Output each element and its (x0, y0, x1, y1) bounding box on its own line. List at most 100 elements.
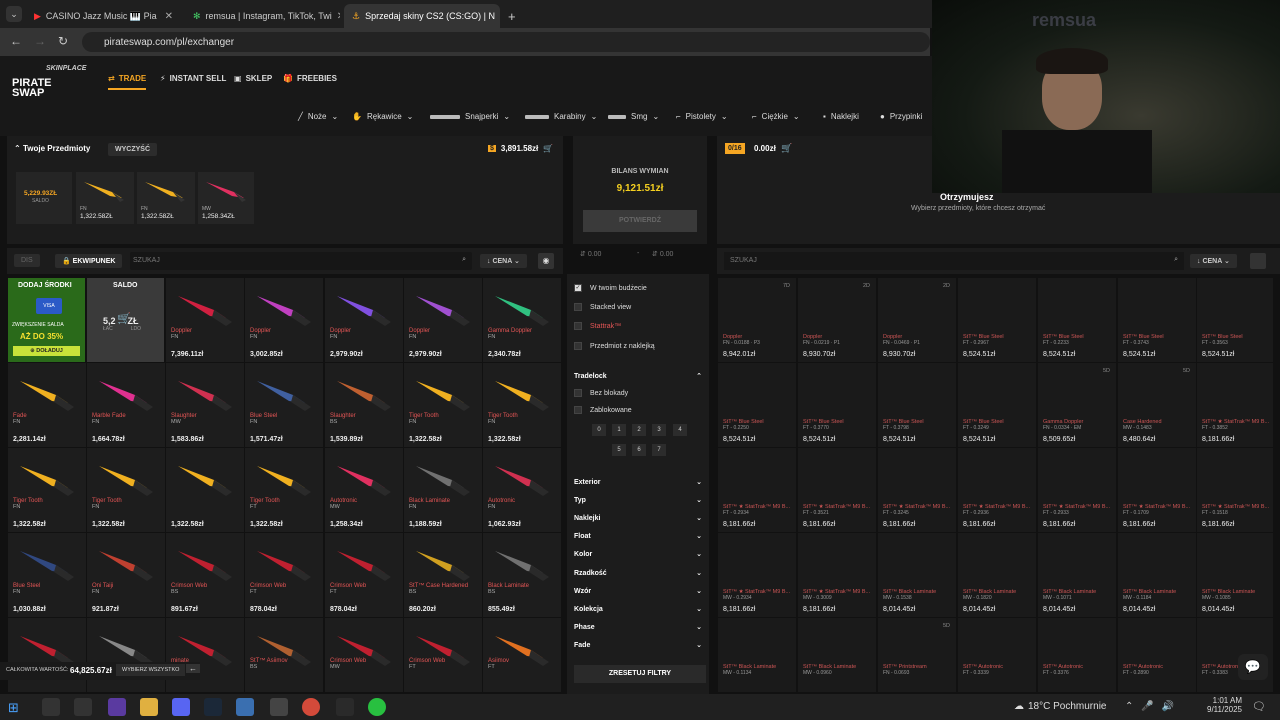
clear-button[interactable]: WYCZYŚĆ (108, 143, 157, 156)
market-item[interactable]: 7D Doppler FN - 0.0188 · P3 8,942.01zł (718, 278, 796, 362)
market-item[interactable]: StT™ Blue Steel FT - 0.3798 8,524.51zł (878, 363, 956, 447)
weather-widget[interactable]: ☁ 18°C Pochmurnie (1014, 701, 1106, 712)
checkbox[interactable] (574, 406, 582, 414)
market-item[interactable]: StT™ ★ StatTrak™ M9 B... FT - 0.2933 8,181… (1038, 448, 1116, 532)
tab-list-button[interactable]: ⌄ (6, 6, 22, 22)
filter-color[interactable]: Kolor ⌄ (574, 550, 702, 559)
inventory-item[interactable]: Tiger Tooth FN 1,322.58zł (404, 363, 482, 447)
grid-toggle[interactable] (1250, 253, 1266, 269)
inventory-item[interactable]: Doppler FN 3,002.85zł (245, 278, 323, 362)
reload-icon[interactable]: ↻ (58, 34, 68, 48)
category-pins[interactable]: ● Przypinki (880, 112, 922, 121)
inventory-item[interactable]: Crimson Web FT 878.04zł (325, 533, 403, 617)
filter-type[interactable]: Typ ⌄ (574, 496, 702, 505)
market-item[interactable]: StT™ ★ StatTrak™ M9 B... FT - 0.1709 8,181… (1118, 448, 1196, 532)
chrome-icon[interactable] (302, 698, 320, 716)
taskbar-app-icon[interactable] (42, 698, 60, 716)
inventory-item[interactable]: Tiger Tooth FN 1,322.58zł (8, 448, 86, 532)
steam-icon[interactable] (204, 698, 222, 716)
left-sort-button[interactable]: ↓ CENA ⌄ (480, 254, 527, 268)
inventory-item[interactable]: Gamma Doppler FN 2,340.78zł (483, 278, 561, 362)
filter-collection[interactable]: Kolekcja ⌄ (574, 605, 702, 614)
filter-float[interactable]: Float ⌄ (574, 532, 702, 541)
folder-icon[interactable] (140, 698, 158, 716)
market-item[interactable]: StT™ Black Laminate MW - 0.1184 8,014.45zł (1118, 533, 1196, 617)
day-option[interactable]: 4 (673, 424, 687, 436)
confirm-button[interactable]: POTWIERDŹ (583, 210, 697, 232)
market-item[interactable]: 5D StT™ Printstream FN - 0.0693 (878, 618, 956, 692)
market-item[interactable]: StT™ Autotronic FT - 0.2890 (1118, 618, 1196, 692)
inventory-item[interactable]: 1,322.58zł (166, 448, 244, 532)
market-item[interactable]: StT™ ★ StatTrak™ M9 B... FT - 0.3852 8,181… (1197, 363, 1273, 447)
nav-instant-sell[interactable]: ⚡ INSTANT SELL (160, 74, 226, 83)
filter-locked[interactable]: Zablokowane (574, 406, 702, 414)
market-item[interactable]: StT™ Black Laminate MW - 0.1134 (718, 618, 796, 692)
inventory-item[interactable]: Black Laminate BS 855.49zł (483, 533, 561, 617)
taskbar-app-icon[interactable] (108, 698, 126, 716)
market-item[interactable]: StT™ ★ StatTrak™ M9 B... MW - 0.3009 8,181… (798, 533, 876, 617)
inventory-item[interactable]: Autotronic MW 1,258.34zł (325, 448, 403, 532)
inventory-item[interactable]: Black Laminate FN 1,188.59zł (404, 448, 482, 532)
category-heavy[interactable]: ⌐ Ciężkie ⌄ (752, 112, 800, 121)
obs-icon[interactable] (270, 698, 288, 716)
inventory-item[interactable]: Tiger Tooth FN 1,322.58zł (87, 448, 165, 532)
inventory-item[interactable]: FT (87, 618, 165, 692)
market-item[interactable]: StT™ Blue Steel FT - 0.2233 8,524.51zł (1038, 278, 1116, 362)
market-item[interactable]: StT™ Black Laminate MW - 0.1538 8,014.45zł (878, 533, 956, 617)
checkbox[interactable] (574, 389, 582, 397)
inventory-item[interactable]: Tiger Tooth FN 1,322.58zł (483, 363, 561, 447)
discord-icon[interactable] (172, 698, 190, 716)
inventory-item[interactable]: Marble Fade FN 1,664.78zł (87, 363, 165, 447)
system-tray[interactable]: ⌃🎤🔊 (1125, 701, 1182, 712)
market-item[interactable]: StT™ Black Laminate MW - 0.1820 8,014.45zł (958, 533, 1036, 617)
filter-tradelock[interactable]: Tradelock ⌃ (574, 372, 702, 381)
checkbox[interactable] (574, 303, 582, 311)
market-item[interactable]: StT™ Black Laminate MW - 0.0960 (798, 618, 876, 692)
filter-stickers[interactable]: Naklejki ⌄ (574, 514, 702, 523)
inventory-item[interactable]: Asiimov FT (483, 618, 561, 692)
market-item[interactable]: 2D Doppler FN - 0.0219 · P1 8,930.70zł (798, 278, 876, 362)
top-up-button[interactable]: ⊕ DOŁADUJ (13, 346, 80, 356)
inventory-item[interactable]: Doppler FN 2,979.90zł (325, 278, 403, 362)
day-option[interactable]: 7 (652, 444, 666, 456)
filter-pattern[interactable]: Wzór ⌄ (574, 587, 702, 596)
day-option[interactable]: 1 (612, 424, 626, 436)
day-option[interactable]: 5 (612, 444, 626, 456)
checkbox[interactable] (574, 322, 582, 330)
logo[interactable]: SKINPLACE PIRATE SWAP (12, 64, 92, 99)
selected-item-1[interactable]: FN 1,322.58ZŁ (76, 172, 134, 224)
left-search-input[interactable]: SZUKAJ ⌕ (130, 252, 472, 270)
saldo-tile[interactable]: SALDO 5,2 ZŁ ŁAC LDO 🛒 (87, 278, 164, 362)
nav-trade[interactable]: ⇄ TRADE (108, 74, 146, 83)
inventory-item[interactable]: Crimson Web FT 878.04zł (245, 533, 323, 617)
max-price-input[interactable]: ⇵ 0.00 (652, 250, 673, 258)
tab-dis[interactable]: DIS (14, 254, 40, 267)
market-item[interactable]: StT™ ★ StatTrak™ M9 B... FT - 0.2934 8,181… (718, 448, 796, 532)
filter-phase[interactable]: Phase ⌄ (574, 623, 702, 632)
category-gloves[interactable]: ✋ Rękawice ⌄ (352, 112, 413, 121)
filter-in-budget[interactable]: ✓ W twoim budżecie (574, 284, 702, 292)
market-item[interactable]: 2D Doppler FN - 0.0469 · P1 8,930.70zł (878, 278, 956, 362)
inventory-item[interactable]: Crimson Web FT (404, 618, 482, 692)
browser-tab-1[interactable]: ▶ CASINO Jazz Music 🎹 Pia ✕ (26, 4, 181, 28)
browser-tab-3[interactable]: ⚓Sprzedaj skiny CS2 (CS:GO) | N✕ (344, 4, 500, 28)
checkbox[interactable] (574, 342, 582, 350)
chat-icon[interactable]: 💬 (1238, 654, 1268, 680)
inventory-item[interactable]: Slaughter MW 1,583.86zł (166, 363, 244, 447)
inventory-item[interactable]: StT™ Asiimov BS (245, 618, 323, 692)
selected-item-3[interactable]: MW 1,258.34ZŁ (198, 172, 254, 224)
forward-icon[interactable]: → (34, 34, 46, 48)
nav-shop[interactable]: ▣ SKLEP (234, 74, 272, 83)
inventory-item[interactable]: Oni Taiji FN 921.87zł (87, 533, 165, 617)
market-item[interactable]: 5D Gamma Doppler FN - 0.0334 · EM 8,509.65z… (1038, 363, 1116, 447)
taskbar-app-icon[interactable] (368, 698, 386, 716)
market-item[interactable]: StT™ Black Laminate MW - 0.1071 8,014.45zł (1038, 533, 1116, 617)
filter-with-sticker[interactable]: Przedmiot z naklejką (574, 342, 702, 350)
right-sort-button[interactable]: ↓ CENA ⌄ (1190, 254, 1237, 268)
inventory-item[interactable]: BS (8, 618, 86, 692)
checkbox-checked[interactable]: ✓ (574, 284, 582, 292)
market-item[interactable]: StT™ ★ StatTrak™ M9 B... MW - 0.2934 8,181… (718, 533, 796, 617)
filter-stacked-view[interactable]: Stacked view (574, 303, 702, 311)
category-rifles[interactable]: Karabiny ⌄ (525, 112, 597, 121)
close-icon[interactable]: ✕ (337, 11, 340, 22)
